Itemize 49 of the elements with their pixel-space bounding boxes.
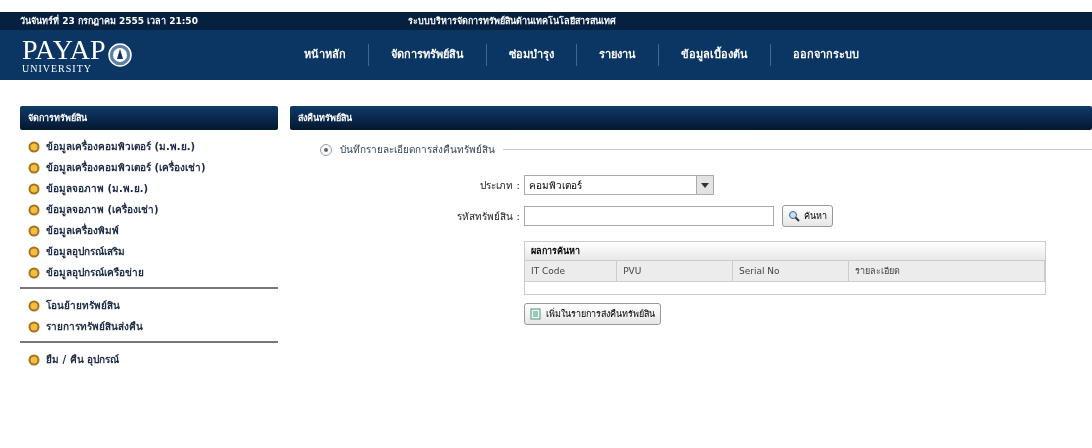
coin-icon (28, 245, 40, 258)
panel-title: ส่งคืนทรัพย์สิน (290, 106, 1092, 130)
column-header: Serial No (732, 261, 849, 281)
coin-icon (28, 182, 40, 195)
sidebar-item[interactable]: ข้อมูลเครื่องคอมพิวเตอร์ (ม.พ.ย.) (20, 136, 278, 157)
sidebar-item[interactable]: ข้อมูลเครื่องคอมพิวเตอร์ (เครื่องเช่า) (20, 157, 278, 178)
search-icon (788, 210, 800, 222)
search-button[interactable]: ค้นหา (782, 205, 833, 227)
sidebar-item[interactable]: ข้อมูลจอภาพ (เครื่องเช่า) (20, 199, 278, 220)
sidebar-item[interactable]: ข้อมูลอุปกรณ์เครือข่าย (20, 262, 278, 283)
date-text: วันจันทร์ที่ 23 กรกฎาคม 2555 เวลา 21:50 (20, 14, 198, 28)
nav-link[interactable]: จัดการทรัพย์สิน (368, 44, 486, 66)
logo-text: PAYAP (22, 36, 106, 64)
sidebar-item[interactable]: ข้อมูลจอภาพ (ม.พ.ย.) (20, 178, 278, 199)
sidebar-item[interactable]: โอนย้ายทรัพย์สิน (20, 295, 278, 316)
results-title: ผลการค้นหา (525, 242, 1045, 260)
coin-icon (28, 161, 40, 174)
coin-icon (28, 266, 40, 279)
sidebar-item[interactable]: ข้อมูลอุปกรณ์เสริม (20, 241, 278, 262)
nav-link[interactable]: รายงาน (576, 44, 658, 66)
coin-icon (28, 320, 40, 333)
column-header: IT Code (525, 261, 618, 281)
coin-icon (28, 203, 40, 216)
document-icon (530, 308, 542, 320)
coin-icon (28, 299, 40, 312)
dot-icon (324, 147, 328, 152)
coin-icon (28, 224, 40, 237)
coin-icon (28, 140, 40, 153)
column-header: PVU (617, 261, 733, 281)
asset-code-field[interactable] (524, 206, 774, 226)
caret-icon (701, 182, 709, 188)
type-label: ประเภท : (479, 178, 521, 193)
logo-subtitle: UNIVERSITY (22, 64, 93, 74)
column-header: รายละเอียด (848, 261, 1045, 281)
sidebar-title: จัดการทรัพย์สิน (20, 106, 278, 130)
system-title: ระบบบริหารจัดการทรัพย์สินด้านเทคโนโลยีสารสนเทศ (407, 14, 616, 28)
seal-icon (107, 43, 132, 67)
sidebar-item[interactable]: ยืม / คืน อุปกรณ์ (20, 349, 278, 370)
nav-link[interactable]: ข้อมูลเบื้องต้น (658, 44, 770, 66)
sidebar-item[interactable]: ข้อมูลเครื่องพิมพ์ (20, 220, 278, 241)
sidebar-item[interactable]: รายการทรัพย์สินส่งคืน (20, 316, 278, 337)
nav-link[interactable]: ออกจากระบบ (770, 44, 881, 66)
add-button[interactable]: เพิ่มในรายการส่งคืนทรัพย์สิน (524, 303, 661, 325)
nav-link[interactable]: ซ่อมบำรุง (486, 44, 576, 66)
code-label: รหัสทรัพย์สิน : (456, 209, 521, 224)
type-select[interactable]: คอมพิวเตอร์ (524, 175, 714, 195)
section-legend: บันทึกรายละเอียดการส่งคืนทรัพย์สิน (340, 142, 495, 157)
nav-link[interactable]: หน้าหลัก (282, 44, 368, 66)
coin-icon (28, 353, 40, 366)
